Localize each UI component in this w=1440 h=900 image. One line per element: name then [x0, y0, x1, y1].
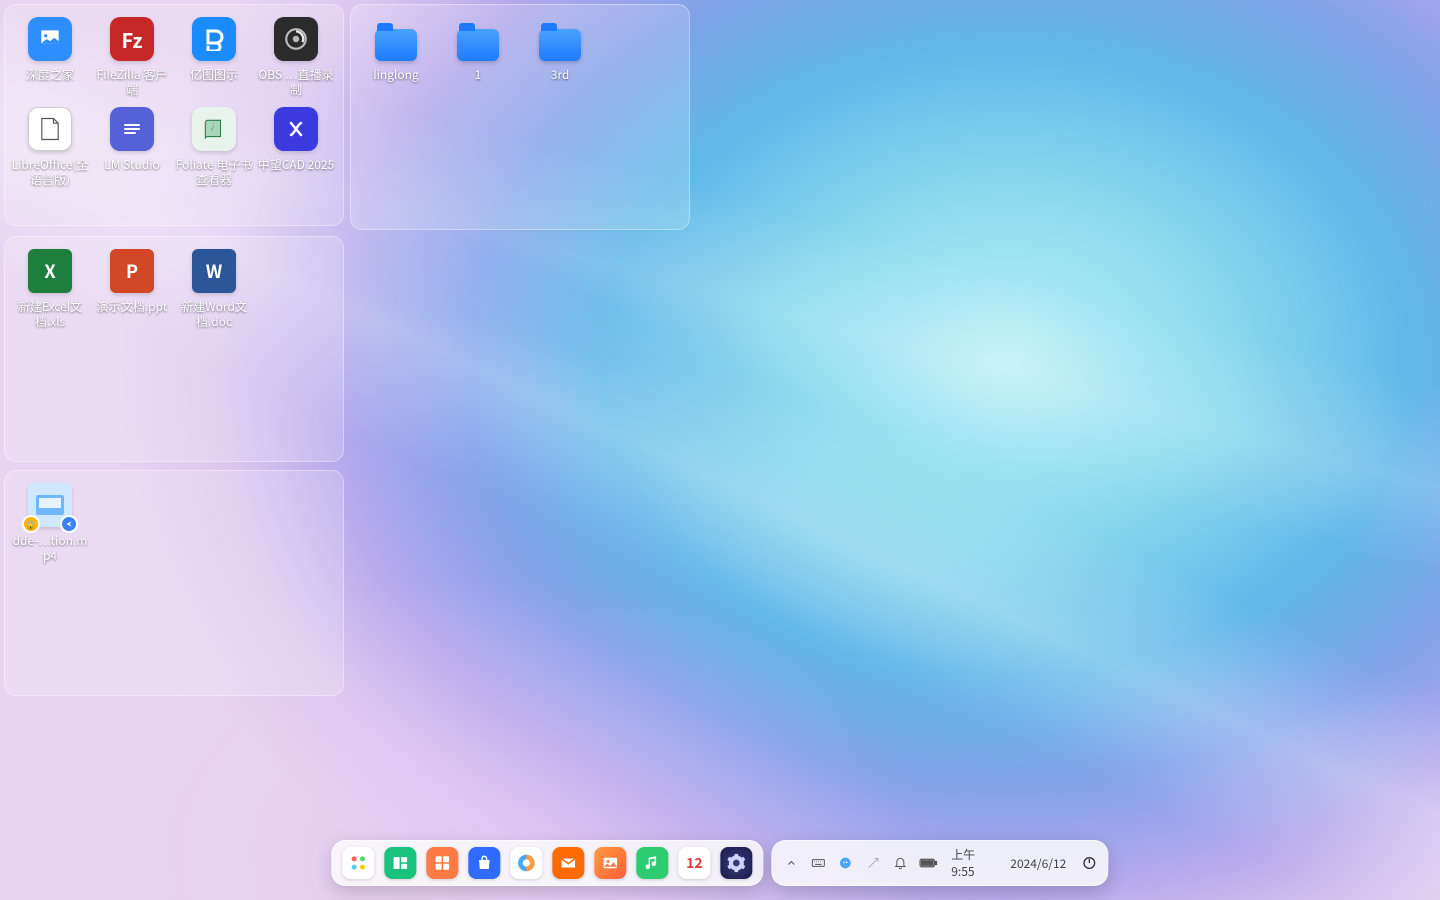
file-doc[interactable]: W 新建Word文档.doc [173, 243, 255, 333]
dock-launcher[interactable] [342, 847, 374, 879]
dock-music[interactable] [636, 847, 668, 879]
desktop-panel-apps: 深度之家 Fz FileZilla 客户端 亿图图示 OBS …直播录制 Lib… [4, 4, 344, 226]
dock-multitask[interactable] [384, 847, 416, 879]
folder-label: 1 [475, 67, 482, 82]
dock-show-desktop[interactable] [426, 847, 458, 879]
desktop-panel-docs: X 新建Excel文档.xls P 演示文档.ppt W 新建Word文档.do… [4, 236, 344, 462]
apps-grid: 深度之家 Fz FileZilla 客户端 亿图图示 OBS …直播录制 Lib… [5, 5, 343, 197]
excel-icon: X [28, 249, 72, 293]
dock-photos[interactable] [594, 847, 626, 879]
app-lmstudio[interactable]: LM Studio [91, 101, 173, 191]
tray-time[interactable]: 上午9:55 [947, 846, 996, 880]
dock-apps: 12 [331, 840, 763, 886]
filezilla-icon: Fz [110, 17, 154, 61]
dock: 12 上午9:55 2024/6/12 [331, 840, 1108, 886]
file-ppt[interactable]: P 演示文档.ppt [91, 243, 173, 333]
app-label: Foliate 电子书查看器 [175, 157, 253, 187]
file-video[interactable]: 🔒 dde-…tion.mp4 [9, 477, 91, 567]
file-label: 新建Excel文档.xls [11, 299, 89, 329]
tray-date[interactable]: 2024/6/12 [1006, 855, 1070, 872]
app-filezilla[interactable]: Fz FileZilla 客户端 [91, 11, 173, 101]
folder-icon [538, 17, 582, 61]
file-label: 演示文档.ppt [97, 299, 168, 314]
foliate-icon [192, 107, 236, 151]
tray-notification-icon[interactable] [892, 853, 909, 873]
app-edrawmax[interactable]: 亿图图示 [173, 11, 255, 101]
word-icon: W [192, 249, 236, 293]
powerpoint-icon: P [110, 249, 154, 293]
dock-tray: 上午9:55 2024/6/12 [771, 840, 1108, 886]
app-zwcad[interactable]: 中望CAD 2025 [255, 101, 337, 191]
app-label: 深度之家 [26, 67, 74, 82]
tray-keyboard-icon[interactable] [810, 853, 827, 873]
dock-control-center[interactable] [720, 847, 752, 879]
video-icon: 🔒 [28, 483, 72, 527]
share-badge-icon [62, 517, 76, 531]
dock-calendar[interactable]: 12 [678, 847, 710, 879]
tray-clipboard-icon[interactable] [864, 853, 881, 873]
tray-expand-icon[interactable] [782, 853, 799, 873]
folder-linglong[interactable]: linglong [355, 11, 437, 86]
file-label: dde-…tion.mp4 [11, 533, 89, 563]
media-grid: 🔒 dde-…tion.mp4 [5, 471, 343, 573]
app-label: 亿图图示 [190, 67, 238, 82]
edraw-icon [192, 17, 236, 61]
app-foliate[interactable]: Foliate 电子书查看器 [173, 101, 255, 191]
app-label: LibreOffice(全语言版) [11, 157, 89, 187]
app-label: FileZilla 客户端 [93, 67, 171, 97]
app-label: 中望CAD 2025 [258, 157, 335, 172]
folder-icon [456, 17, 500, 61]
folder-1[interactable]: 1 [437, 11, 519, 86]
folder-label: 3rd [551, 67, 570, 82]
zwcad-icon [274, 107, 318, 151]
lock-badge-icon: 🔒 [24, 517, 38, 531]
docs-grid: X 新建Excel文档.xls P 演示文档.ppt W 新建Word文档.do… [5, 237, 343, 339]
desktop-panel-media: 🔒 dde-…tion.mp4 [4, 470, 344, 696]
file-label: 新建Word文档.doc [175, 299, 253, 329]
calendar-day: 12 [686, 853, 703, 873]
desktop-panel-folders: linglong 1 3rd [350, 4, 690, 230]
tray-battery-icon[interactable] [919, 853, 937, 873]
dock-mail[interactable] [552, 847, 584, 879]
lmstudio-icon [110, 107, 154, 151]
dock-browser[interactable] [510, 847, 542, 879]
app-label: OBS …直播录制 [257, 67, 335, 97]
file-xls[interactable]: X 新建Excel文档.xls [9, 243, 91, 333]
folder-3rd[interactable]: 3rd [519, 11, 601, 86]
folder-icon [374, 17, 418, 61]
app-deepin-home[interactable]: 深度之家 [9, 11, 91, 101]
libreoffice-icon [28, 107, 72, 151]
app-libreoffice[interactable]: LibreOffice(全语言版) [9, 101, 91, 191]
app-label: LM Studio [104, 157, 160, 172]
obs-icon [274, 17, 318, 61]
tray-ai-assistant-icon[interactable] [837, 853, 854, 873]
folders-grid: linglong 1 3rd [351, 5, 689, 92]
folder-label: linglong [373, 67, 419, 82]
dock-app-store[interactable] [468, 847, 500, 879]
tray-power-icon[interactable] [1080, 853, 1097, 873]
deepin-home-icon [28, 17, 72, 61]
app-obs[interactable]: OBS …直播录制 [255, 11, 337, 101]
